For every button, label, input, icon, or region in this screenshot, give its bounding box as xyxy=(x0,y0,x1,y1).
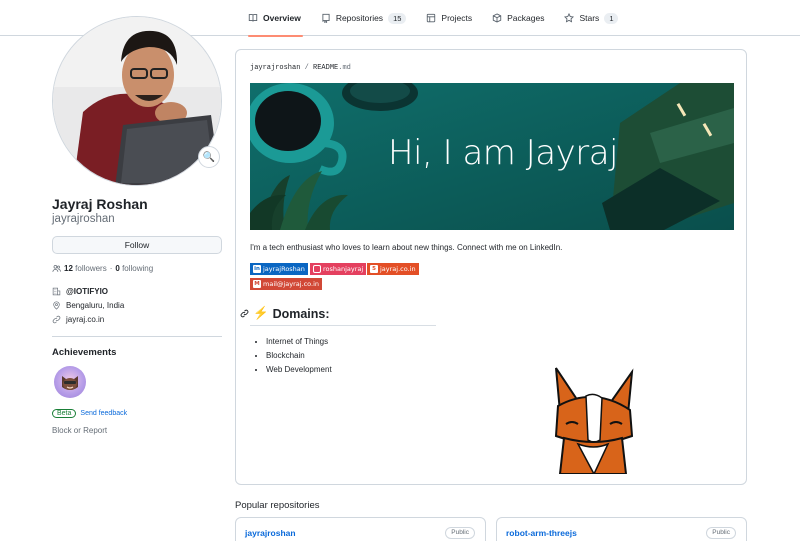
banner-heading: Hi, I am Jayraj xyxy=(388,133,618,173)
people-icon xyxy=(52,265,61,272)
popular-repositories-title: Popular repositories xyxy=(235,500,320,511)
location: Bengaluru, India xyxy=(52,301,124,310)
domains-title: Domains: xyxy=(272,306,330,321)
repo-icon xyxy=(322,13,330,23)
tab-label: Stars xyxy=(579,13,600,23)
tab-projects[interactable]: Projects xyxy=(418,0,480,36)
profile-full-name: Jayraj Roshan xyxy=(52,196,148,212)
tab-label: Projects xyxy=(441,13,473,23)
readme-intro: I'm a tech enthusiast who loves to learn… xyxy=(250,243,563,252)
readme-file-name[interactable]: README xyxy=(313,64,338,72)
readme-banner: Hi, I am Jayraj xyxy=(250,83,734,230)
repo-visibility-badge: Public xyxy=(706,527,736,539)
star-icon xyxy=(564,13,575,23)
website-link[interactable]: jayraj.co.in xyxy=(66,315,104,324)
readme-owner[interactable]: jayrajroshan xyxy=(250,64,300,72)
website[interactable]: jayraj.co.in xyxy=(52,315,104,324)
beta-row: Beta Send feedback xyxy=(52,409,127,418)
badge-label: mail@jayraj.co.in xyxy=(263,280,320,288)
html5-icon: 5 xyxy=(370,265,378,273)
tab-label: Overview xyxy=(263,13,301,23)
location-icon xyxy=(53,301,60,310)
linkedin-icon: in xyxy=(253,265,261,273)
link-icon xyxy=(52,315,61,324)
anchor-link-icon[interactable] xyxy=(240,309,249,318)
profile-username: jayrajroshan xyxy=(52,213,115,225)
path-separator: / xyxy=(304,64,309,72)
book-icon xyxy=(248,14,258,22)
tab-overview[interactable]: Overview xyxy=(248,0,309,37)
repo-card: jayrajroshan Public xyxy=(235,517,486,541)
heading-rule xyxy=(250,325,436,326)
fox-illustration xyxy=(554,367,634,474)
repo-link[interactable]: robot-arm-threejs xyxy=(506,528,577,538)
achievement-badge[interactable] xyxy=(54,366,86,398)
following-count: 0 xyxy=(115,264,120,273)
separator: · xyxy=(109,264,113,273)
follow-stats: 12 followers · 0 following xyxy=(52,264,153,273)
followers-link[interactable]: 12 followers xyxy=(64,264,107,273)
tab-packages[interactable]: Packages xyxy=(484,0,552,36)
repo-card: robot-arm-threejs Public xyxy=(496,517,747,541)
repo-visibility-badge: Public xyxy=(445,527,475,539)
package-icon xyxy=(492,13,502,23)
organization-icon xyxy=(52,287,61,296)
tab-label: Repositories xyxy=(335,13,384,23)
table-icon xyxy=(427,13,436,23)
repositories-count: 15 xyxy=(388,12,407,24)
instagram-icon xyxy=(313,265,321,273)
readme-path: jayrajroshan / README.md xyxy=(250,64,351,72)
repo-link[interactable]: jayrajroshan xyxy=(245,528,296,538)
beta-label: Beta xyxy=(52,409,77,418)
website-badge[interactable]: 5 jayraj.co.in xyxy=(367,263,419,275)
lightning-icon: ⚡ xyxy=(253,306,269,320)
magnifying-glass-icon: 🔍 xyxy=(202,151,216,163)
badge-label: roshanjayraj xyxy=(323,265,364,273)
readme-file-ext: .md xyxy=(338,64,351,72)
badge-label: jayrajRoshan xyxy=(263,265,305,273)
linkedin-badge[interactable]: in jayrajRoshan xyxy=(250,263,308,275)
mail-badge[interactable]: M mail@jayraj.co.in xyxy=(250,278,323,290)
stars-count: 1 xyxy=(604,12,619,24)
tab-stars[interactable]: Stars 1 xyxy=(556,0,626,36)
gmail-icon: M xyxy=(253,280,261,288)
location-text: Bengaluru, India xyxy=(66,301,125,310)
achievements-title: Achievements xyxy=(52,347,117,358)
followers-label: followers xyxy=(75,264,107,273)
achievement-cat-icon xyxy=(62,376,78,390)
status-button[interactable]: 🔍 xyxy=(198,146,220,168)
follow-button[interactable]: Follow xyxy=(52,236,222,254)
badge-label: jayraj.co.in xyxy=(380,265,416,273)
list-item: Blockchain xyxy=(266,350,332,364)
tab-label: Packages xyxy=(507,13,545,23)
avatar[interactable] xyxy=(52,16,222,186)
divider xyxy=(52,336,222,337)
following-label: following xyxy=(122,264,154,273)
organization[interactable]: @IOTIFYIO xyxy=(52,287,108,296)
domains-list: Internet of Things Blockchain Web Develo… xyxy=(266,336,332,378)
avatar-photo xyxy=(53,17,221,185)
tab-repositories[interactable]: Repositories 15 xyxy=(313,0,415,36)
organization-name: @IOTIFYIO xyxy=(66,287,109,296)
list-item: Web Development xyxy=(266,364,332,378)
domains-heading: ⚡ Domains: xyxy=(240,306,330,321)
followers-count: 12 xyxy=(64,264,73,273)
readme-card: jayrajroshan / README.md Hi, I am Jayraj… xyxy=(235,49,747,485)
profile-tabs: Overview Repositories 15 Projects Packag… xyxy=(248,0,630,37)
following-link[interactable]: 0 following xyxy=(115,264,153,273)
list-item: Internet of Things xyxy=(266,336,332,350)
block-or-report-link[interactable]: Block or Report xyxy=(52,426,107,435)
send-feedback-link[interactable]: Send feedback xyxy=(80,410,127,417)
instagram-badge[interactable]: roshanjayraj xyxy=(310,263,367,275)
